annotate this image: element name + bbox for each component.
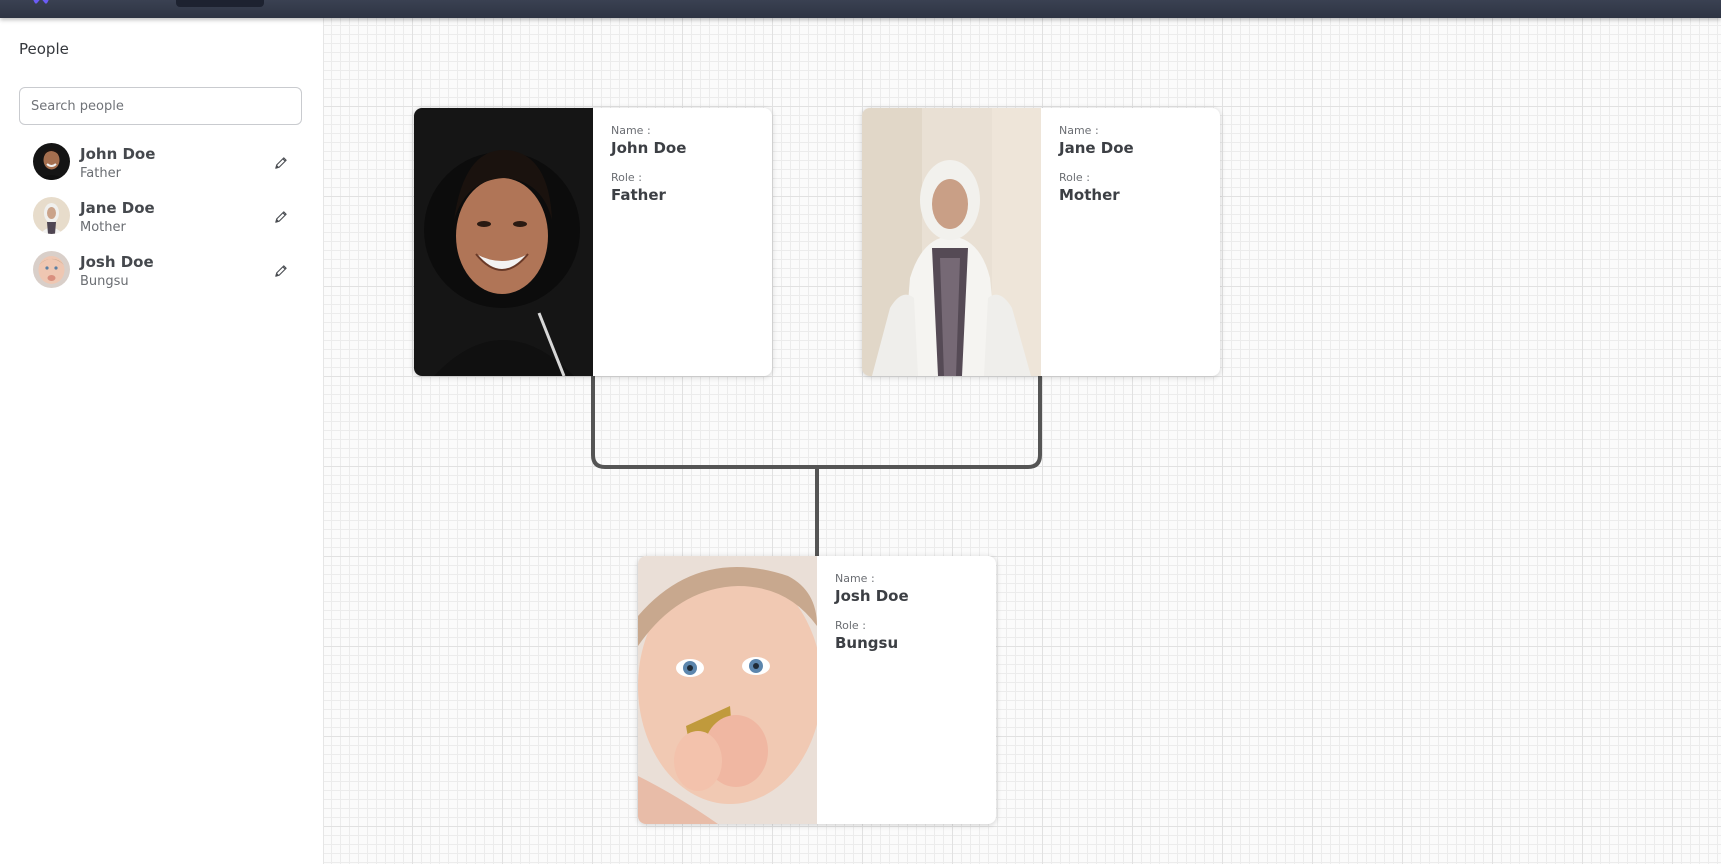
- search-people-input[interactable]: [19, 87, 302, 125]
- person-name: John Doe: [80, 145, 156, 163]
- people-list: John Doe Father Jane Doe Mother Josh Doe…: [0, 141, 324, 303]
- person-card-jane-doe[interactable]: Name : Jane Doe Role : Mother: [862, 108, 1220, 376]
- card-name: Jane Doe: [1059, 139, 1134, 157]
- pencil-icon: [274, 156, 287, 169]
- sidebar-title: People: [19, 40, 69, 58]
- top-nav-tab[interactable]: [176, 0, 264, 7]
- avatar: [33, 251, 70, 288]
- person-name: Jane Doe: [80, 199, 155, 217]
- person-role: Mother: [80, 220, 126, 235]
- card-info: Name : John Doe Role : Father: [611, 124, 686, 204]
- pencil-icon: [274, 210, 287, 223]
- card-info: Name : Jane Doe Role : Mother: [1059, 124, 1134, 204]
- name-label: Name :: [611, 124, 651, 137]
- card-role: Mother: [1059, 186, 1120, 204]
- role-label: Role :: [611, 171, 642, 184]
- avatar: [33, 197, 70, 234]
- person-photo: [414, 108, 593, 376]
- edit-person-button[interactable]: [268, 151, 292, 175]
- person-role: Father: [80, 166, 121, 181]
- pencil-icon: [274, 264, 287, 277]
- person-photo: [862, 108, 1041, 376]
- edit-person-button[interactable]: [268, 259, 292, 283]
- card-info: Name : Josh Doe Role : Bungsu: [835, 572, 909, 652]
- card-name: Josh Doe: [835, 587, 909, 605]
- avatar: [33, 143, 70, 180]
- person-item-john-doe[interactable]: John Doe Father: [0, 141, 324, 195]
- person-name: Josh Doe: [80, 253, 154, 271]
- card-role: Father: [611, 186, 666, 204]
- people-sidebar: People John Doe Father: [0, 18, 324, 864]
- role-label: Role :: [835, 619, 866, 632]
- role-label: Role :: [1059, 171, 1090, 184]
- name-label: Name :: [1059, 124, 1099, 137]
- name-label: Name :: [835, 572, 875, 585]
- person-role: Bungsu: [80, 274, 129, 289]
- app-logo-icon[interactable]: [30, 0, 52, 4]
- person-card-josh-doe[interactable]: Name : Josh Doe Role : Bungsu: [638, 556, 996, 824]
- top-navigation-bar: [0, 0, 1721, 18]
- person-card-john-doe[interactable]: Name : John Doe Role : Father: [414, 108, 772, 376]
- edit-person-button[interactable]: [268, 205, 292, 229]
- person-item-jane-doe[interactable]: Jane Doe Mother: [0, 195, 324, 249]
- person-photo: [638, 556, 817, 824]
- card-name: John Doe: [611, 139, 687, 157]
- card-role: Bungsu: [835, 634, 899, 652]
- person-item-josh-doe[interactable]: Josh Doe Bungsu: [0, 249, 324, 303]
